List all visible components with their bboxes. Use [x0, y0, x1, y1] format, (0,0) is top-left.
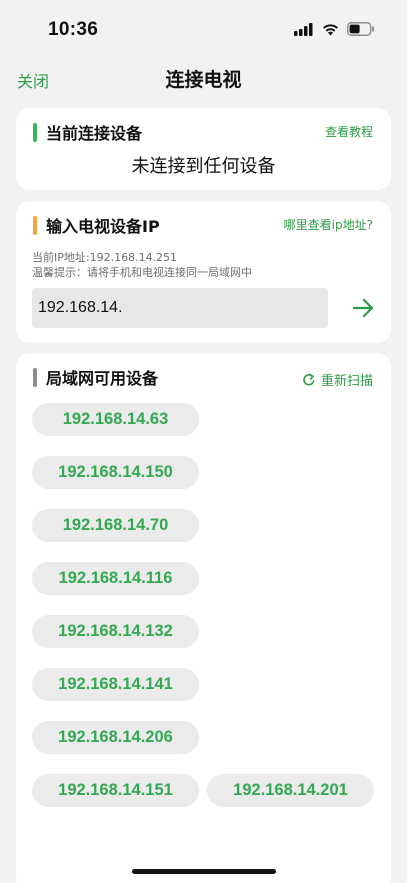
ip-address-input[interactable] [32, 288, 328, 328]
lan-devices-header: 局域网可用设备 [33, 365, 158, 389]
section-accent-bar [33, 367, 37, 387]
wifi-icon [323, 23, 338, 35]
device-row: 192.168.14.141 [32, 668, 377, 721]
status-time: 10:36 [48, 19, 99, 40]
rescan-label: 重新扫描 [320, 374, 373, 389]
ip-input-header: 输入电视设备IP [33, 213, 160, 237]
cellular-signal-icon [294, 22, 313, 36]
device-ip-chip[interactable]: 192.168.14.206 [32, 721, 199, 754]
battery-icon [347, 22, 374, 36]
device-ip-chip[interactable]: 192.168.14.201 [207, 774, 374, 807]
device-ip-chip[interactable]: 192.168.14.116 [32, 562, 199, 595]
device-list: 192.168.14.63 192.168.14.150 192.168.14.70… [32, 403, 377, 827]
status-icons [294, 22, 375, 36]
device-ip-chip[interactable]: 192.168.14.151 [32, 774, 199, 807]
where-to-find-ip-link[interactable]: 哪里查看ip地址? [284, 216, 373, 233]
device-row: 192.168.14.150 [32, 456, 377, 509]
device-row: 192.168.14.151 192.168.14.201 [32, 774, 377, 827]
navigation-bar: 关闭 连接电视 [0, 60, 407, 98]
arrow-right-icon[interactable] [352, 298, 376, 318]
device-row: 192.168.14.70 [32, 509, 377, 562]
current-ip-text: 当前IP地址:192.168.14.251 [32, 251, 178, 264]
rescan-button[interactable]: 重新扫描 [302, 370, 373, 389]
home-indicator [132, 869, 276, 874]
section-accent-bar [33, 122, 37, 142]
page-title: 连接电视 [165, 69, 242, 91]
ip-input-title: 输入电视设备IP [46, 217, 160, 236]
lan-devices-card: 局域网可用设备 重新扫描 192.168.14.63 192.168.14.150… [16, 353, 391, 883]
device-row: 192.168.14.63 [32, 403, 377, 456]
device-ip-chip[interactable]: 192.168.14.141 [32, 668, 199, 701]
current-device-card: 当前连接设备 查看教程 未连接到任何设备 [16, 108, 391, 190]
current-device-title: 当前连接设备 [46, 124, 143, 143]
device-row: 192.168.14.116 [32, 562, 377, 615]
device-row: 192.168.14.206 [32, 721, 377, 774]
section-accent-bar [33, 215, 37, 235]
network-tip-text: 温馨提示：请将手机和电视连接同一局域网中 [32, 266, 252, 279]
connection-status: 未连接到任何设备 [131, 156, 276, 177]
device-ip-chip[interactable]: 192.168.14.132 [32, 615, 199, 648]
view-tutorial-link[interactable]: 查看教程 [325, 123, 373, 140]
device-row: 192.168.14.132 [32, 615, 377, 668]
lan-devices-title: 局域网可用设备 [46, 369, 159, 388]
ip-input-card: 输入电视设备IP 哪里查看ip地址? 当前IP地址:192.168.14.251… [16, 201, 391, 343]
device-ip-chip[interactable]: 192.168.14.70 [32, 509, 199, 542]
status-bar: 10:36 [0, 0, 407, 60]
device-ip-chip[interactable]: 192.168.14.63 [32, 403, 199, 436]
device-ip-chip[interactable]: 192.168.14.150 [32, 456, 199, 489]
refresh-icon [303, 373, 315, 385]
current-device-header: 当前连接设备 [33, 120, 142, 144]
